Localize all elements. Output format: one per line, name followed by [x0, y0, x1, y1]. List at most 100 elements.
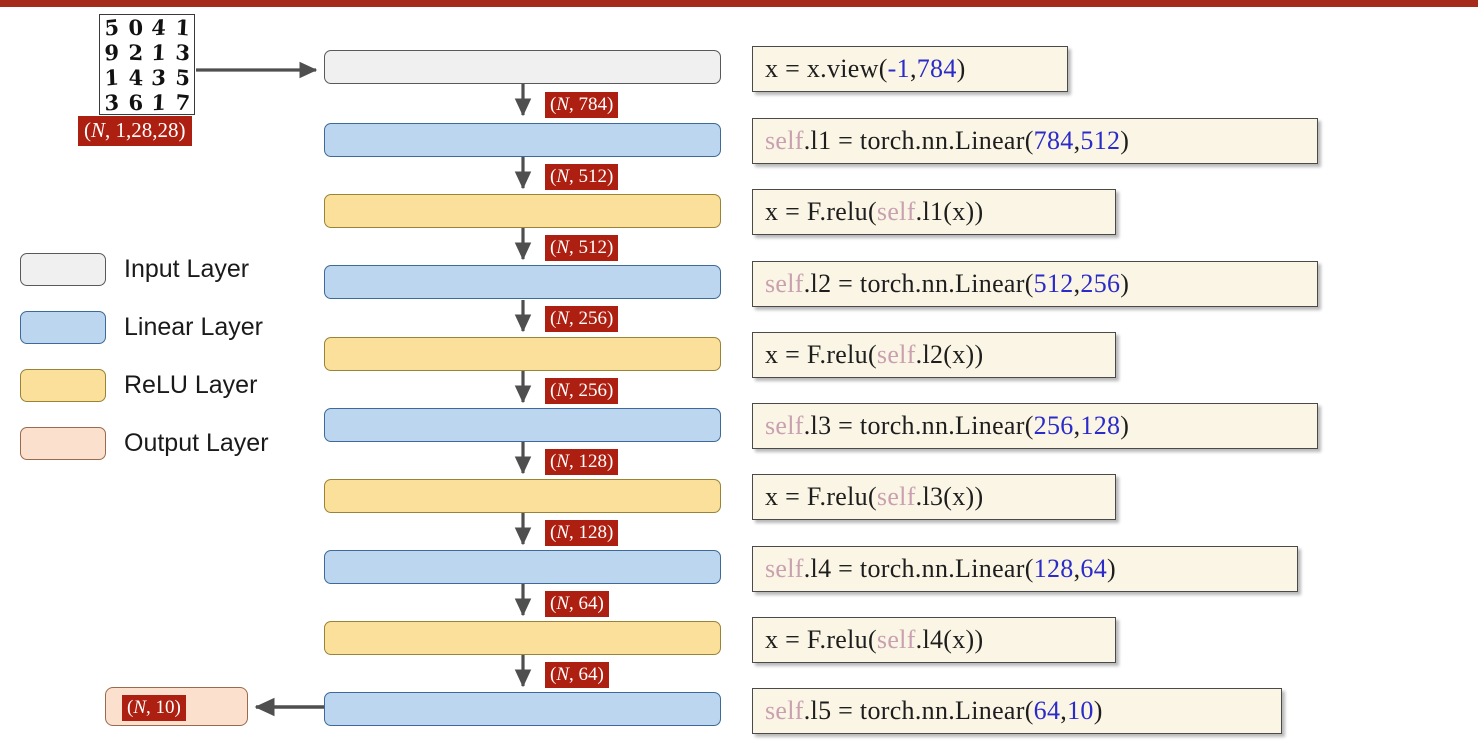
code-mid: .l3(x)) — [915, 482, 984, 511]
code-self: self — [765, 269, 804, 298]
code-mid: .l1(x)) — [915, 197, 984, 226]
code-mid: .l1 = torch.nn.Linear( — [803, 126, 1034, 155]
linear-layer-1[interactable] — [324, 123, 721, 157]
code-num1: -1 — [887, 54, 910, 83]
code-post: ) — [1093, 696, 1103, 725]
legend-label: ReLU Layer — [124, 370, 258, 399]
code-box-relu2[interactable]: x = F.relu(self .l2(x)) — [752, 332, 1116, 378]
mnist-digit: 3 — [174, 39, 191, 66]
shape-tag: (N, 512) — [545, 164, 619, 190]
shape-tag: (N, 128) — [545, 449, 619, 475]
code-pre: x = F.relu( — [765, 625, 877, 654]
legend-item-relu: ReLU Layer — [20, 356, 320, 414]
code-box-linear2[interactable]: self .l2 = torch.nn.Linear(512, 256) — [752, 261, 1318, 307]
legend-label: Output Layer — [124, 428, 269, 457]
mnist-digit: 1 — [150, 89, 167, 116]
code-sep: , — [1073, 126, 1081, 155]
code-num1: 256 — [1033, 411, 1074, 440]
code-num2: 64 — [1080, 554, 1107, 583]
legend-swatch-linear-icon — [20, 310, 106, 344]
code-mid: .l4 = torch.nn.Linear( — [803, 554, 1034, 583]
relu-layer-3[interactable] — [324, 479, 721, 513]
mnist-digit: 1 — [174, 14, 191, 41]
code-sep: , — [909, 54, 917, 83]
mnist-digit: 9 — [104, 39, 120, 66]
code-box-view[interactable]: x = x.view(-1, 784) — [752, 46, 1068, 92]
code-num2: 128 — [1080, 411, 1121, 440]
mnist-digit: 3 — [150, 64, 167, 91]
legend-swatch-output-icon — [20, 426, 106, 460]
linear-layer-5[interactable] — [324, 692, 721, 726]
code-self: self — [876, 197, 916, 226]
legend-swatch-input-icon — [20, 252, 106, 286]
code-box-linear4[interactable]: self .l4 = torch.nn.Linear(128, 64) — [752, 546, 1298, 592]
legend-label: Input Layer — [124, 254, 250, 283]
input-shape-tag: (N, 1,28,28) — [78, 116, 192, 146]
code-box-linear5[interactable]: self .l5 = torch.nn.Linear(64, 10) — [752, 688, 1282, 734]
code-sep: , — [1073, 554, 1081, 583]
code-mid: .l2 = torch.nn.Linear( — [803, 269, 1034, 298]
code-self: self — [765, 554, 804, 583]
mnist-digit: 1 — [150, 39, 167, 66]
code-box-relu1[interactable]: x = F.relu(self .l1(x)) — [752, 189, 1116, 235]
linear-layer-3[interactable] — [324, 408, 721, 442]
mnist-digit: 7 — [174, 89, 191, 116]
code-num1: 512 — [1033, 269, 1074, 298]
code-sep: , — [1060, 696, 1068, 725]
code-box-relu4[interactable]: x = F.relu(self .l4(x)) — [752, 617, 1116, 663]
legend-label: Linear Layer — [124, 312, 263, 341]
code-post: ) — [1120, 126, 1130, 155]
batch-dim-symbol: N — [91, 118, 106, 142]
code-box-linear3[interactable]: self .l3 = torch.nn.Linear(256, 128) — [752, 403, 1318, 449]
code-self: self — [765, 126, 804, 155]
legend-swatch-relu-icon — [20, 368, 106, 402]
legend-item-linear: Linear Layer — [20, 298, 320, 356]
shape-tag: (N, 784) — [545, 92, 619, 118]
shape-tag: (N, 128) — [545, 520, 619, 546]
code-box-linear1[interactable]: self .l1 = torch.nn.Linear(784, 512) — [752, 118, 1318, 164]
shape-tag: (N, 64) — [545, 591, 609, 617]
code-self: self — [876, 340, 916, 369]
mnist-sample-image: 5 0 4 1 9 2 1 3 1 4 3 5 3 6 1 7 — [99, 14, 195, 116]
code-num2: 512 — [1080, 126, 1121, 155]
code-num1: 784 — [1033, 126, 1074, 155]
relu-layer-2[interactable] — [324, 337, 721, 371]
code-num2: 256 — [1080, 269, 1121, 298]
code-mid: .l3 = torch.nn.Linear( — [803, 411, 1034, 440]
code-post: ) — [1120, 411, 1130, 440]
linear-layer-4[interactable] — [324, 550, 721, 584]
relu-layer-4[interactable] — [324, 621, 721, 655]
mnist-digit: 2 — [127, 39, 143, 66]
code-num1: 64 — [1033, 696, 1061, 725]
code-self: self — [765, 411, 804, 440]
mnist-digit: 5 — [104, 14, 120, 41]
code-self: self — [876, 625, 916, 654]
relu-layer-1[interactable] — [324, 194, 721, 228]
code-sep: , — [1073, 411, 1081, 440]
mnist-digit: 5 — [174, 64, 191, 91]
mnist-digit-grid: 5 0 4 1 9 2 1 3 1 4 3 5 3 6 1 7 — [100, 14, 194, 116]
code-post: ) — [956, 54, 966, 83]
legend-item-output: Output Layer — [20, 414, 320, 472]
shape-tag: (N, 256) — [545, 306, 619, 332]
code-num2: 784 — [916, 54, 957, 83]
code-sep: , — [1073, 269, 1081, 298]
code-num1: 128 — [1033, 554, 1074, 583]
code-self: self — [876, 482, 916, 511]
code-num2: 10 — [1067, 696, 1094, 725]
mnist-digit: 0 — [127, 14, 143, 41]
code-self: self — [765, 696, 804, 725]
code-pre: x = F.relu( — [765, 197, 877, 226]
mnist-digit: 4 — [127, 64, 143, 91]
code-pre: x = F.relu( — [765, 340, 877, 369]
mnist-digit: 4 — [150, 14, 167, 41]
linear-layer-2[interactable] — [324, 265, 721, 299]
legend-item-input: Input Layer — [20, 240, 320, 298]
input-layer[interactable] — [324, 50, 721, 84]
mnist-digit: 1 — [104, 64, 120, 91]
code-mid: .l5 = torch.nn.Linear( — [803, 696, 1034, 725]
code-post: ) — [1120, 269, 1130, 298]
mnist-digit: 3 — [104, 89, 120, 116]
code-mid: .l2(x)) — [915, 340, 984, 369]
code-box-relu3[interactable]: x = F.relu(self .l3(x)) — [752, 474, 1116, 520]
